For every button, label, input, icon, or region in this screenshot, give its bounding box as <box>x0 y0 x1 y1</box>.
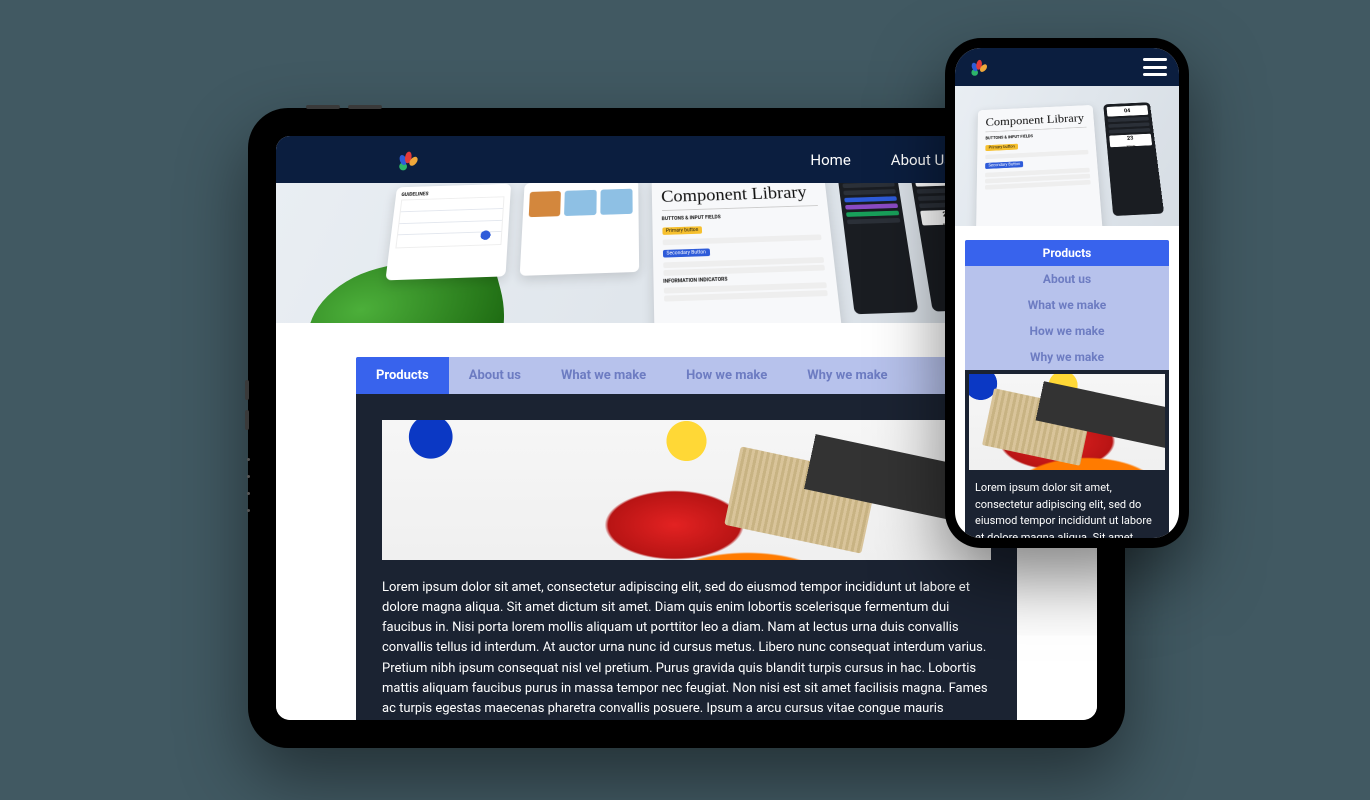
hero-component-library-title: Component Library <box>661 183 817 211</box>
phone-hero-buttons-label: BUTTONS & INPUT FIELDS <box>985 132 1086 141</box>
tablet-top-button-1 <box>306 105 340 109</box>
phone-hero-component-library-title: Component Library <box>986 112 1087 132</box>
tab-how-we-make[interactable]: How we make <box>666 357 787 394</box>
phone-content-panel: Lorem ipsum dolor sit amet, consectetur … <box>965 370 1169 538</box>
phone-device: Component Library BUTTONS & INPUT FIELDS… <box>945 38 1189 548</box>
phone-camera-notch <box>1049 41 1085 47</box>
phone-hero-component-library-panel: Component Library BUTTONS & INPUT FIELDS… <box>976 105 1105 226</box>
phone-tab-what-we-make[interactable]: What we make <box>965 292 1169 318</box>
phone-site-logo-icon[interactable] <box>967 56 989 78</box>
hero-mini-blocks <box>528 189 632 218</box>
hero-panel-blocks <box>519 183 638 276</box>
phone-hero-image: Component Library BUTTONS & INPUT FIELDS… <box>955 86 1179 226</box>
tablet-volume-down <box>245 410 249 430</box>
tab-about-us[interactable]: About us <box>449 357 541 394</box>
phone-hero-badge-04: 04 <box>1106 105 1148 117</box>
content-panel: Lorem ipsum dolor sit amet, consectetur … <box>356 394 1017 720</box>
phone-site-header <box>955 48 1179 86</box>
hamburger-menu-icon[interactable] <box>1143 58 1167 76</box>
tab-why-we-make[interactable]: Why we make <box>787 357 907 394</box>
phone-tab-bar: Products About us What we make How we ma… <box>965 240 1169 370</box>
phone-tab-how-we-make[interactable]: How we make <box>965 318 1169 344</box>
tab-what-we-make[interactable]: What we make <box>541 357 666 394</box>
phone-hero-secondary-button: Secondary Button <box>985 161 1023 169</box>
phone-tab-why-we-make[interactable]: Why we make <box>965 344 1169 370</box>
content-text: Lorem ipsum dolor sit amet, consectetur … <box>382 578 991 720</box>
phone-screen: Component Library BUTTONS & INPUT FIELDS… <box>955 48 1179 538</box>
tablet-top-button-2 <box>348 105 382 109</box>
phone-page-body: Products About us What we make How we ma… <box>955 226 1179 538</box>
phone-content-text: Lorem ipsum dolor sit amet, consectetur … <box>969 480 1165 538</box>
content-image-paint <box>382 420 991 560</box>
hero-secondary-button: Secondary Button <box>662 248 710 257</box>
phone-hero-dark-panel: 04 23Points <box>1103 102 1164 216</box>
hero-buttons-label: BUTTONS & INPUT FIELDS <box>662 211 819 222</box>
tablet-speaker-dots <box>247 458 250 512</box>
hero-panel-guidelines: GUIDELINES <box>385 184 511 281</box>
tab-products[interactable]: Products <box>356 357 449 394</box>
nav-link-home[interactable]: Home <box>810 151 850 169</box>
phone-tab-products[interactable]: Products <box>965 240 1169 266</box>
phone-content-image-paint <box>969 374 1165 470</box>
hero-component-library-panel: Component Library BUTTONS & INPUT FIELDS… <box>651 183 843 323</box>
site-logo-icon[interactable] <box>394 147 420 173</box>
tab-bar: Products About us What we make How we ma… <box>356 357 1017 394</box>
nav-link-about[interactable]: About Us <box>891 151 952 169</box>
phone-tab-about-us[interactable]: About us <box>965 266 1169 292</box>
phone-hero-primary-button: Primary button <box>985 144 1018 151</box>
tablet-volume-up <box>245 380 249 400</box>
hero-dark-panel-1 <box>837 183 918 314</box>
hero-primary-button: Primary button <box>662 226 703 235</box>
phone-hero-badge-23: 23Points <box>1109 134 1152 148</box>
hero-mini-graph <box>395 196 504 248</box>
phone-hero-panels: Component Library BUTTONS & INPUT FIELDS… <box>976 96 1162 207</box>
